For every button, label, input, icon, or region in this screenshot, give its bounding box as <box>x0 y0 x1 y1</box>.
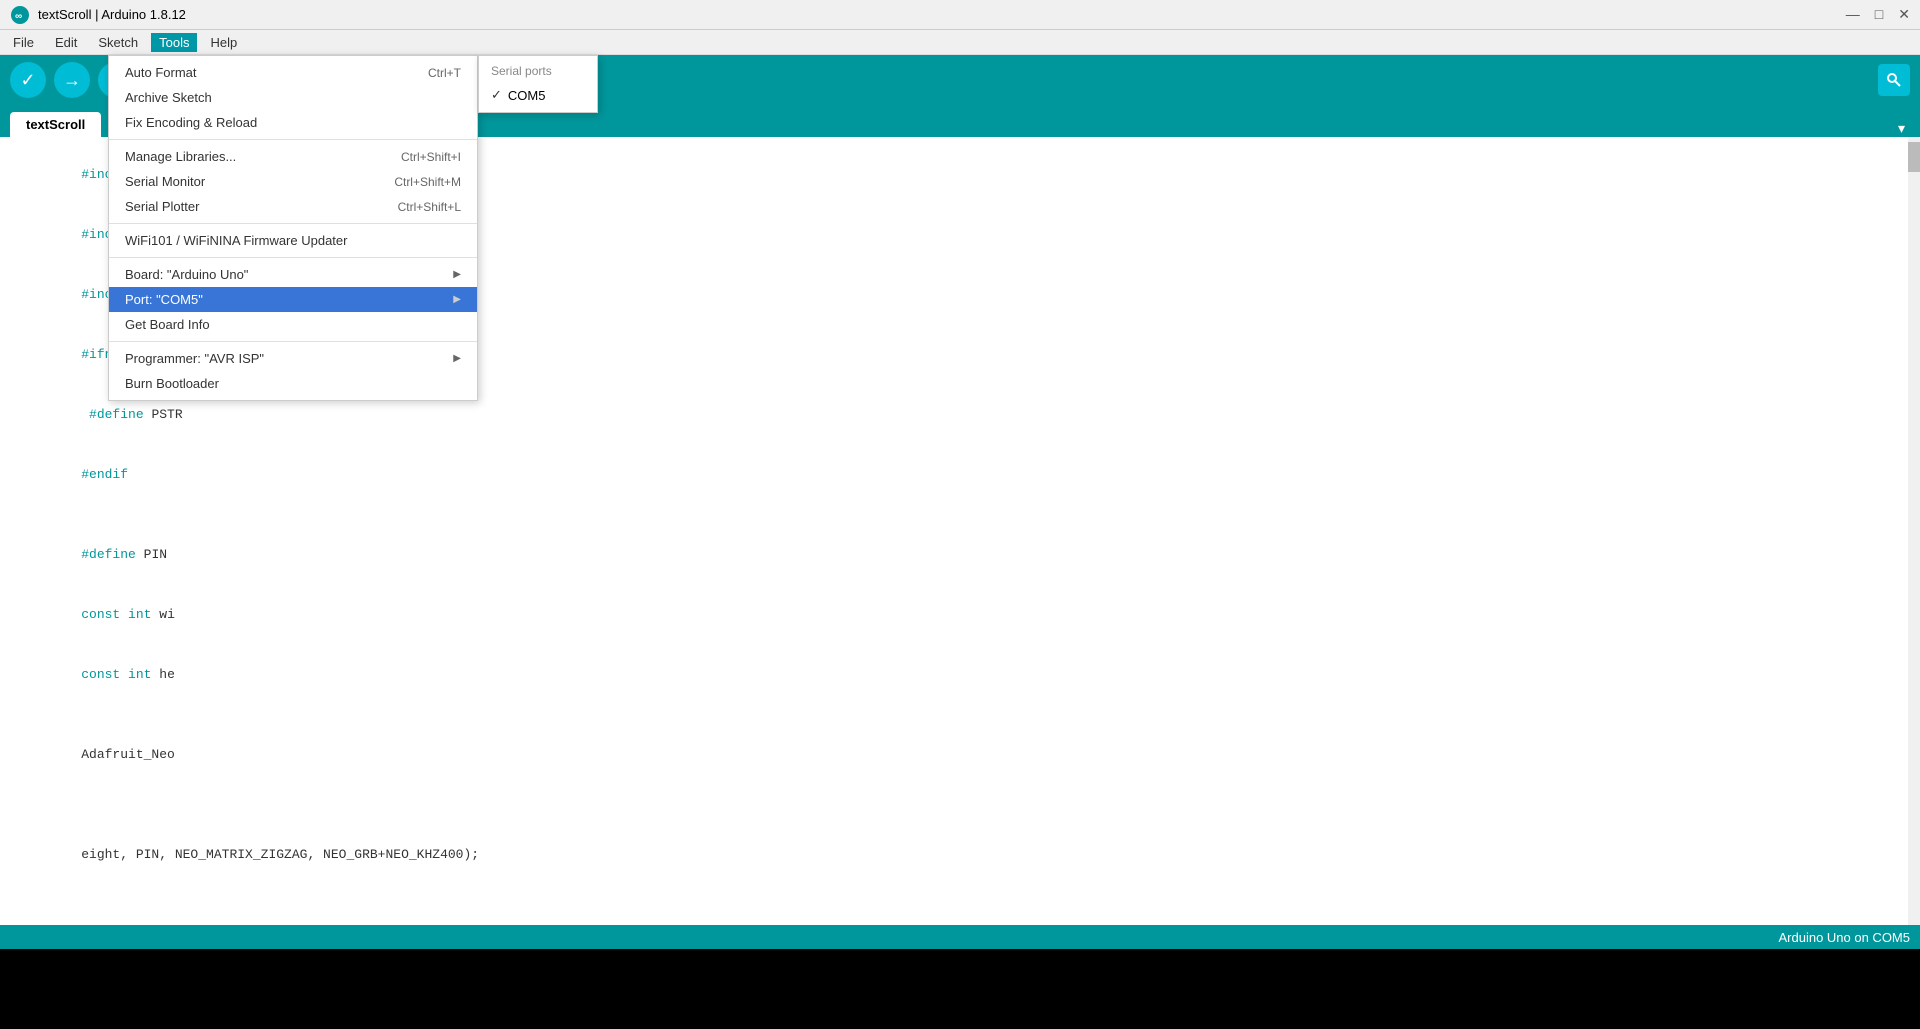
search-button[interactable] <box>1878 64 1910 96</box>
port-com5-check: ✓ <box>491 87 502 103</box>
menu-sep-2 <box>109 223 477 224</box>
menu-board[interactable]: Board: "Arduino Uno" ▶ <box>109 262 477 287</box>
scrollbar-thumb[interactable] <box>1908 142 1920 172</box>
svg-text:∞: ∞ <box>15 11 22 22</box>
menu-manage-libraries[interactable]: Manage Libraries... Ctrl+Shift+I <box>109 144 477 169</box>
upload-button[interactable]: → <box>54 62 90 98</box>
menu-auto-format[interactable]: Auto Format Ctrl+T <box>109 60 477 85</box>
line-number: 14 <box>10 849 24 864</box>
status-bar: 14 Arduino Uno on COM5 <box>0 925 1920 949</box>
menu-sep-4 <box>109 341 477 342</box>
menu-burn-bootloader[interactable]: Burn Bootloader <box>109 371 477 396</box>
console-area <box>0 949 1920 1029</box>
menu-serial-plotter[interactable]: Serial Plotter Ctrl+Shift+L <box>109 194 477 219</box>
code-line-12: Adafruit_Neo <box>0 725 1920 785</box>
menu-tools[interactable]: Tools <box>151 33 197 52</box>
menu-file[interactable]: File <box>5 33 42 52</box>
code-line-16: const uint16_t colors[] = {matrix.Color(… <box>0 905 1920 925</box>
title-bar: ∞ textScroll | Arduino 1.8.12 — □ ✕ <box>0 0 1920 30</box>
menu-get-board-info[interactable]: Get Board Info <box>109 312 477 337</box>
title-text: textScroll | Arduino 1.8.12 <box>38 7 186 22</box>
code-line-6: #endif <box>0 445 1920 505</box>
minimize-button[interactable]: — <box>1846 6 1860 23</box>
port-com5-item[interactable]: ✓ COM5 <box>479 82 597 108</box>
code-line-15 <box>0 885 1920 905</box>
port-submenu-arrow: ▶ <box>453 294 461 305</box>
arduino-logo: ∞ <box>10 5 30 25</box>
code-line-9: const int wi <box>0 585 1920 645</box>
menu-fix-encoding[interactable]: Fix Encoding & Reload <box>109 110 477 135</box>
tools-dropdown-menu: Auto Format Ctrl+T Archive Sketch Fix En… <box>108 55 478 401</box>
menu-sketch[interactable]: Sketch <box>90 33 146 52</box>
tabs-dropdown-arrow[interactable]: ▾ <box>1898 120 1905 137</box>
port-submenu: Serial ports ✓ COM5 <box>478 55 598 113</box>
menu-sep-3 <box>109 257 477 258</box>
editor-scrollbar[interactable] <box>1908 137 1920 925</box>
code-line-10: const int he <box>0 645 1920 705</box>
board-submenu-arrow: ▶ <box>453 269 461 280</box>
verify-button[interactable]: ✓ <box>10 62 46 98</box>
maximize-button[interactable]: □ <box>1875 6 1883 23</box>
menu-archive-sketch[interactable]: Archive Sketch <box>109 85 477 110</box>
menu-serial-monitor[interactable]: Serial Monitor Ctrl+Shift+M <box>109 169 477 194</box>
code-line-7 <box>0 505 1920 525</box>
board-info: Arduino Uno on COM5 <box>1778 930 1910 945</box>
menu-sep-1 <box>109 139 477 140</box>
code-line-11 <box>0 705 1920 725</box>
close-button[interactable]: ✕ <box>1898 6 1910 23</box>
port-submenu-header: Serial ports <box>479 60 597 82</box>
code-line-14: eight, PIN, NEO_MATRIX_ZIGZAG, NEO_GRB+N… <box>0 805 1920 885</box>
menu-programmer[interactable]: Programmer: "AVR ISP" ▶ <box>109 346 477 371</box>
menu-port[interactable]: Port: "COM5" ▶ <box>109 287 477 312</box>
menu-bar: File Edit Sketch Tools Help <box>0 30 1920 55</box>
menu-edit[interactable]: Edit <box>47 33 85 52</box>
code-line-13 <box>0 785 1920 805</box>
window-controls: — □ ✕ <box>1846 6 1910 23</box>
menu-wifi-firmware[interactable]: WiFi101 / WiFiNINA Firmware Updater <box>109 228 477 253</box>
programmer-submenu-arrow: ▶ <box>453 353 461 364</box>
menu-help[interactable]: Help <box>202 33 245 52</box>
tab-textscroll[interactable]: textScroll <box>10 112 101 137</box>
code-line-8: #define PIN <box>0 525 1920 585</box>
